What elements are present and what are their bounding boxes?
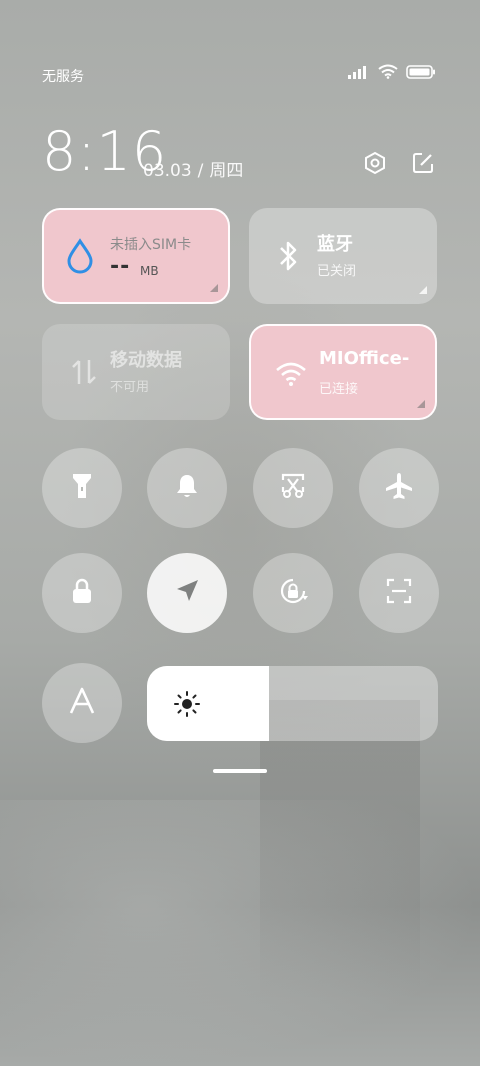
brightness-slider[interactable] [147, 666, 438, 741]
scanner-toggle[interactable] [359, 553, 439, 633]
bluetooth-icon [271, 238, 307, 274]
mobile-data-tile[interactable]: 移动数据 不可用 [42, 324, 230, 420]
edit-icon[interactable] [410, 150, 436, 176]
data-usage-unit: MB [140, 264, 159, 278]
data-usage-value: -- [110, 254, 131, 279]
location-arrow-icon [173, 577, 201, 609]
bluetooth-title: 蓝牙 [317, 234, 353, 255]
flashlight-icon [70, 472, 94, 504]
rotation-lock-toggle[interactable] [253, 553, 333, 633]
airplane-toggle[interactable] [359, 448, 439, 528]
data-arrows-icon [66, 354, 102, 390]
date-separator: / [197, 161, 204, 181]
date-line: 03.03/周四 [143, 156, 243, 181]
status-bar: 无服务 [0, 62, 480, 90]
scan-icon [385, 577, 413, 609]
wallpaper-clouds [0, 800, 480, 1066]
flashlight-toggle[interactable] [42, 448, 122, 528]
brightness-fill [147, 666, 270, 741]
auto-brightness-toggle[interactable] [42, 663, 122, 743]
wifi-icon [273, 356, 309, 392]
bluetooth-status: 已关闭 [317, 264, 357, 279]
wifi-icon [378, 64, 398, 83]
bell-icon [174, 472, 200, 504]
header-actions [362, 150, 436, 176]
lock-icon [70, 577, 94, 609]
expand-corner-icon [417, 400, 425, 408]
mobile-data-status: 不可用 [110, 380, 150, 395]
wifi-status: 已连接 [319, 382, 359, 397]
rotation-lock-icon [277, 575, 309, 611]
wifi-tile[interactable]: MIOffice- 已连接 [249, 324, 437, 420]
weekday-label: 周四 [209, 161, 244, 181]
mobile-data-title: 移动数据 [110, 350, 182, 371]
scissors-icon [278, 471, 308, 505]
location-toggle[interactable] [147, 553, 227, 633]
wallpaper-shadow [260, 700, 420, 1000]
signal-icon [348, 64, 370, 83]
lock-screen-toggle[interactable] [42, 553, 122, 633]
expand-corner-icon [419, 286, 427, 294]
wifi-network-name: MIOffice- [319, 348, 410, 369]
date-label: 03.03 [143, 161, 192, 181]
data-usage-tile[interactable]: 未插入SIM卡 -- MB [42, 208, 230, 304]
sun-icon [173, 690, 201, 718]
system-icons [348, 64, 436, 83]
font-a-icon [69, 687, 95, 719]
water-drop-icon [62, 238, 98, 274]
expand-corner-icon [210, 284, 218, 292]
ringer-toggle[interactable] [147, 448, 227, 528]
carrier-label: 无服务 [42, 69, 84, 85]
airplane-icon [384, 471, 414, 505]
settings-icon[interactable] [362, 150, 388, 176]
screenshot-toggle[interactable] [253, 448, 333, 528]
sim-status-label: 未插入SIM卡 [110, 237, 192, 253]
home-indicator[interactable] [213, 769, 267, 773]
battery-icon [406, 64, 436, 83]
bluetooth-tile[interactable]: 蓝牙 已关闭 [249, 208, 437, 304]
